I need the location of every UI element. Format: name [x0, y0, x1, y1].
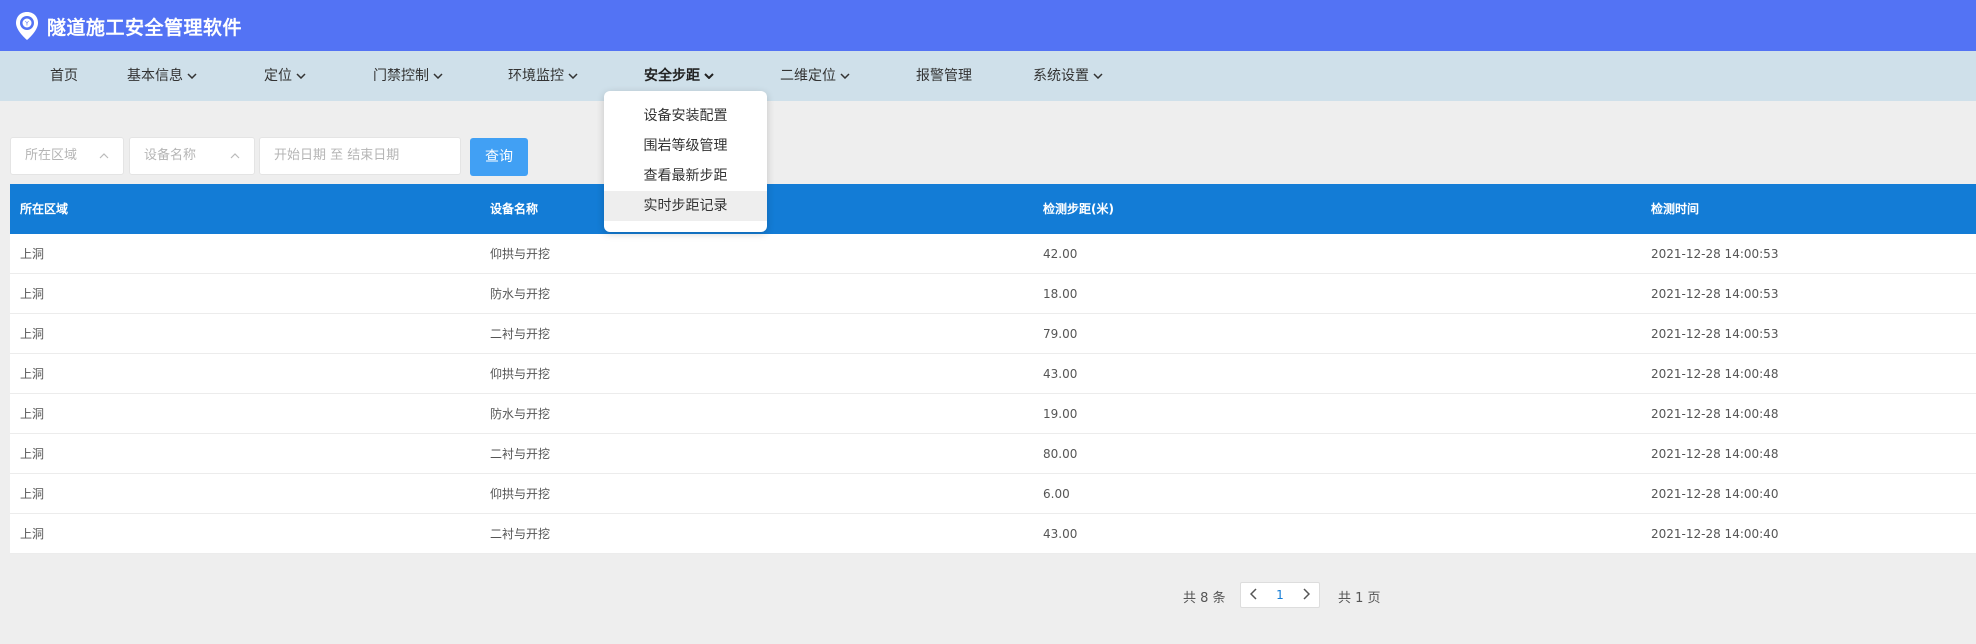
chevron-down-icon: [568, 73, 578, 79]
nav-label: 二维定位: [780, 68, 836, 84]
chevron-down-icon: [296, 73, 306, 79]
table-row[interactable]: 上洞 防水与开挖 19.00 2021-12-28 14:00:48: [10, 394, 1976, 434]
cell-distance: 80.00: [1043, 447, 1078, 461]
area-select[interactable]: 所在区域: [10, 137, 124, 175]
cell-device: 防水与开挖: [490, 287, 551, 301]
date-range-input[interactable]: 开始日期 至 结束日期: [259, 137, 461, 175]
cell-area: 上洞: [20, 327, 45, 341]
pagination-pages: 共 1 页: [1338, 591, 1381, 606]
cell-device: 仰拱与开挖: [490, 367, 551, 381]
table-header: 所在区域 设备名称 检测步距(米) 检测时间: [10, 184, 1976, 234]
cell-distance: 79.00: [1043, 327, 1078, 341]
nav-label: 门禁控制: [373, 68, 429, 84]
chevron-left-icon: [1249, 588, 1257, 600]
chevron-up-icon: [99, 153, 109, 159]
cell-device: 二衬与开挖: [490, 447, 551, 461]
table-row[interactable]: 上洞 二衬与开挖 80.00 2021-12-28 14:00:48: [10, 434, 1976, 474]
nav-label: 基本信息: [127, 68, 183, 84]
table-row[interactable]: 上洞 防水与开挖 18.00 2021-12-28 14:00:53: [10, 274, 1976, 314]
cell-device: 二衬与开挖: [490, 527, 551, 541]
nav-label: 环境监控: [508, 68, 564, 84]
nav-item-basic-info[interactable]: 基本信息: [127, 51, 197, 101]
chevron-up-icon: [230, 153, 240, 159]
cell-area: 上洞: [20, 527, 45, 541]
cell-area: 上洞: [20, 407, 45, 421]
cell-device: 二衬与开挖: [490, 327, 551, 341]
chevron-down-icon: [1093, 73, 1103, 79]
nav-item-home[interactable]: 首页: [50, 51, 78, 101]
nav-label: 安全步距: [644, 68, 700, 84]
cell-time: 2021-12-28 14:00:53: [1651, 247, 1779, 261]
nav-item-access-control[interactable]: 门禁控制: [373, 51, 443, 101]
cell-area: 上洞: [20, 447, 45, 461]
svg-text:Y: Y: [24, 21, 29, 28]
prev-page-button[interactable]: [1241, 583, 1267, 607]
safety-distance-menu: 设备安装配置 围岩等级管理 查看最新步距 实时步距记录: [604, 91, 767, 232]
cell-time: 2021-12-28 14:00:40: [1651, 487, 1779, 501]
nav-item-2d-location[interactable]: 二维定位: [780, 51, 850, 101]
cell-area: 上洞: [20, 287, 45, 301]
chevron-right-icon: [1303, 588, 1311, 600]
header-device: 设备名称: [490, 202, 539, 216]
cell-area: 上洞: [20, 367, 45, 381]
cell-time: 2021-12-28 14:00:48: [1651, 447, 1779, 461]
cell-distance: 18.00: [1043, 287, 1078, 301]
menu-item-realtime-records[interactable]: 实时步距记录: [604, 191, 767, 221]
pagination-total: 共 8 条: [1183, 591, 1226, 606]
device-select-placeholder: 设备名称: [144, 148, 197, 163]
menu-item-latest-distance[interactable]: 查看最新步距: [604, 161, 767, 191]
chevron-down-icon: [433, 73, 443, 79]
menu-item-device-install[interactable]: 设备安装配置: [604, 101, 767, 131]
data-table: 所在区域 设备名称 检测步距(米) 检测时间 上洞 仰拱与开挖 42.00 20…: [10, 184, 1976, 554]
table-row[interactable]: 上洞 二衬与开挖 79.00 2021-12-28 14:00:53: [10, 314, 1976, 354]
app-title: 隧道施工安全管理软件: [47, 17, 243, 39]
cell-area: 上洞: [20, 247, 45, 261]
app-header: Y 隧道施工安全管理软件: [0, 0, 1976, 51]
cell-time: 2021-12-28 14:00:48: [1651, 407, 1779, 421]
nav-item-alarm[interactable]: 报警管理: [916, 51, 972, 101]
nav-label: 定位: [264, 68, 292, 84]
table-row[interactable]: 上洞 二衬与开挖 43.00 2021-12-28 14:00:40: [10, 514, 1976, 554]
cell-distance: 19.00: [1043, 407, 1078, 421]
nav-item-environment[interactable]: 环境监控: [508, 51, 578, 101]
nav-label: 报警管理: [916, 68, 972, 84]
cell-time: 2021-12-28 14:00:48: [1651, 367, 1779, 381]
table-row[interactable]: 上洞 仰拱与开挖 42.00 2021-12-28 14:00:53: [10, 234, 1976, 274]
cell-time: 2021-12-28 14:00:40: [1651, 527, 1779, 541]
chevron-down-icon: [704, 73, 714, 79]
cell-distance: 43.00: [1043, 367, 1078, 381]
chevron-down-icon: [187, 73, 197, 79]
next-page-button[interactable]: [1293, 583, 1319, 607]
cell-device: 仰拱与开挖: [490, 487, 551, 501]
cell-area: 上洞: [20, 487, 45, 501]
nav-item-settings[interactable]: 系统设置: [1033, 51, 1103, 101]
current-page[interactable]: 1: [1270, 583, 1290, 607]
pagination-control: 1: [1240, 582, 1320, 608]
device-select[interactable]: 设备名称: [129, 137, 255, 175]
cell-device: 防水与开挖: [490, 407, 551, 421]
table-row[interactable]: 上洞 仰拱与开挖 6.00 2021-12-28 14:00:40: [10, 474, 1976, 514]
nav-label: 系统设置: [1033, 68, 1089, 84]
cell-time: 2021-12-28 14:00:53: [1651, 287, 1779, 301]
cell-distance: 6.00: [1043, 487, 1070, 501]
header-time: 检测时间: [1651, 202, 1700, 216]
table-row[interactable]: 上洞 仰拱与开挖 43.00 2021-12-28 14:00:48: [10, 354, 1976, 394]
header-distance: 检测步距(米): [1043, 202, 1114, 216]
cell-time: 2021-12-28 14:00:53: [1651, 327, 1779, 341]
main-nav: 首页 基本信息 定位 门禁控制 环境监控 安全步距 二维定位 报警管理 系统设置: [0, 51, 1976, 101]
shield-location-icon: Y: [16, 12, 38, 40]
menu-item-rock-grade[interactable]: 围岩等级管理: [604, 131, 767, 161]
nav-label: 首页: [50, 68, 78, 84]
cell-distance: 43.00: [1043, 527, 1078, 541]
nav-item-location[interactable]: 定位: [264, 51, 306, 101]
chevron-down-icon: [840, 73, 850, 79]
cell-device: 仰拱与开挖: [490, 247, 551, 261]
cell-distance: 42.00: [1043, 247, 1078, 261]
header-area: 所在区域: [20, 202, 69, 216]
query-button[interactable]: 查询: [470, 138, 528, 176]
area-select-placeholder: 所在区域: [25, 148, 78, 163]
date-range-placeholder: 开始日期 至 结束日期: [274, 148, 400, 163]
